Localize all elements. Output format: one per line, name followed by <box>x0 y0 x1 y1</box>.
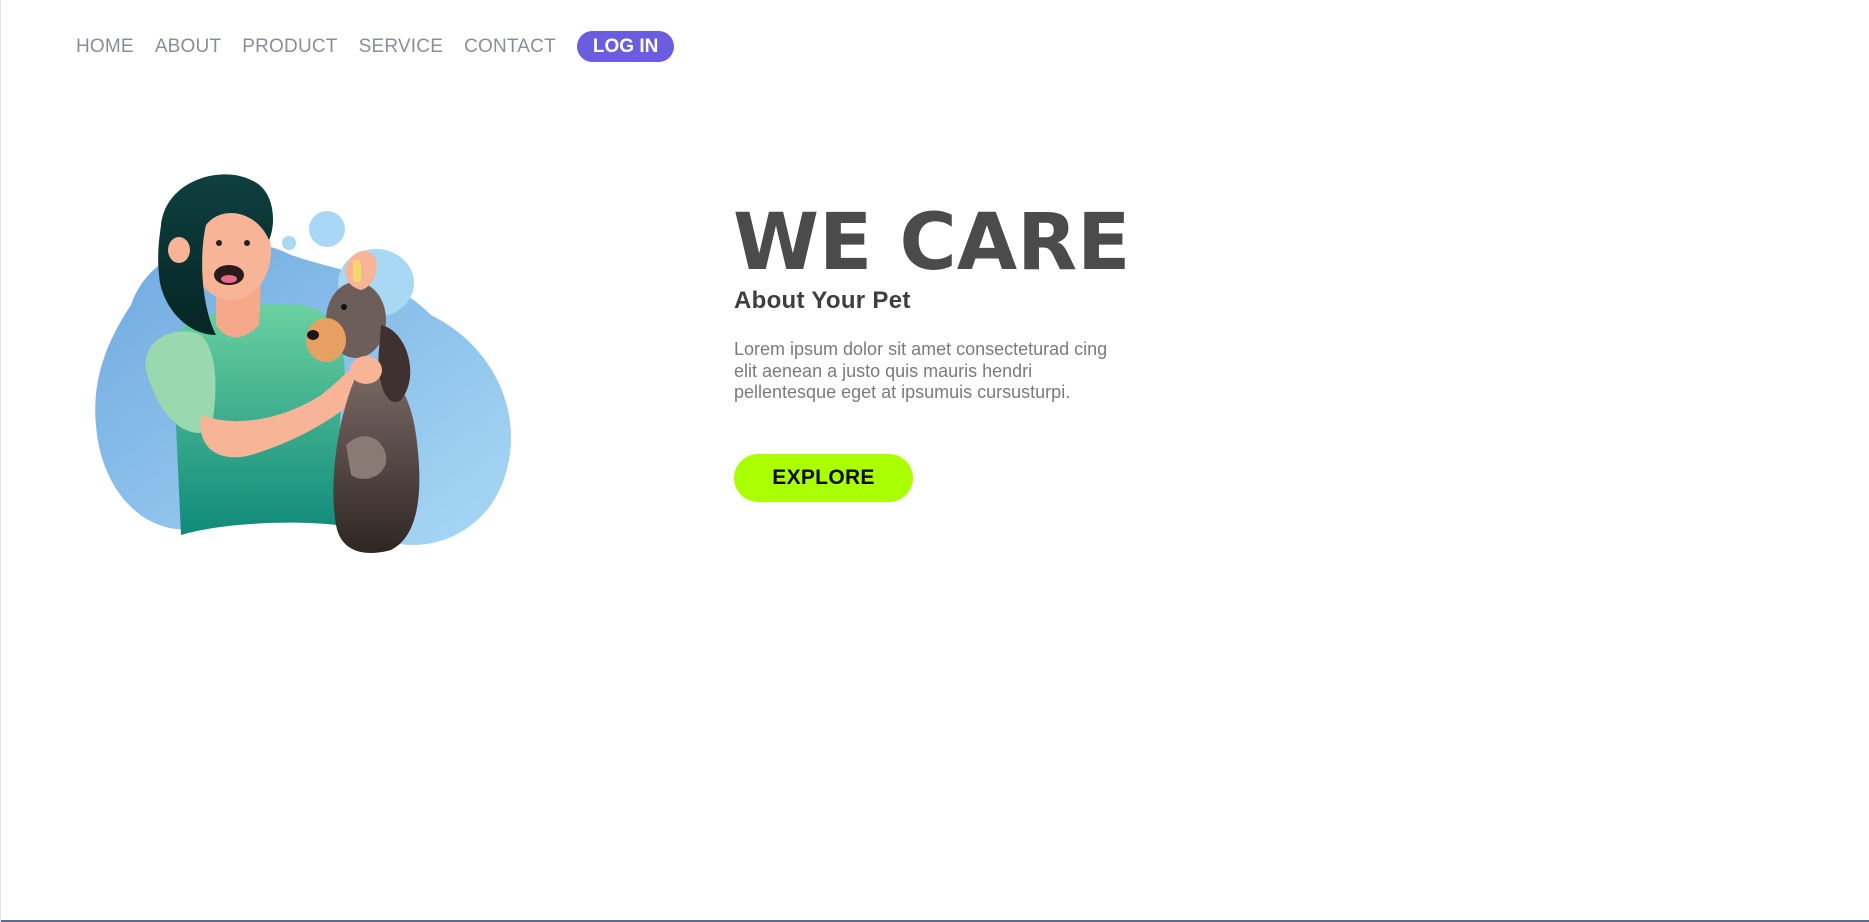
nav-product-link[interactable]: PRODUCT <box>242 36 337 58</box>
explore-button[interactable]: EXPLORE <box>734 454 913 502</box>
bubble-small-shape <box>282 236 296 250</box>
woman-with-dog-illustration <box>95 174 512 554</box>
bubble-large-shape <box>309 211 345 247</box>
hero-subtitle: About Your Pet <box>734 287 911 314</box>
woman-eye-left-shape <box>216 240 222 246</box>
dropper-icon <box>353 260 361 282</box>
hero-description: Lorem ipsum dolor sit amet consecteturad… <box>734 339 1108 402</box>
dog-eye-shape <box>341 304 347 310</box>
woman-ear-shape <box>168 237 190 263</box>
woman-eye-right-shape <box>244 240 250 246</box>
top-nav: HOME ABOUT PRODUCT SERVICE CONTACT LOG I… <box>76 31 675 62</box>
nav-contact-link[interactable]: CONTACT <box>464 36 556 58</box>
nav-service-link[interactable]: SERVICE <box>359 36 443 58</box>
woman-tongue-shape <box>221 275 237 283</box>
nav-about-link[interactable]: ABOUT <box>155 36 221 58</box>
woman-hand-shape <box>350 356 382 384</box>
dog-snout-shape <box>306 318 346 362</box>
nav-home-link[interactable]: HOME <box>76 36 134 58</box>
login-button[interactable]: LOG IN <box>576 31 675 62</box>
dog-nose-shape <box>307 330 319 340</box>
hero-title: WE CARE <box>733 198 1131 288</box>
